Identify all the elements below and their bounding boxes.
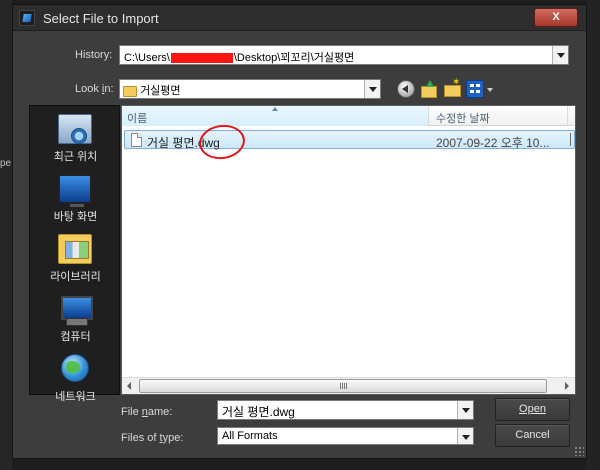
background-viewport-left [0, 0, 12, 470]
computer-icon [58, 294, 93, 326]
file-name-label: File name: [121, 406, 172, 418]
file-list[interactable]: 이름 수정한 날짜 거실 평면.dwg 2007-09-22 오후 10... [121, 105, 576, 395]
file-type-value: All Formats [222, 430, 278, 442]
open-button-label: Open [519, 403, 546, 415]
document-icon [131, 133, 142, 147]
look-in-label: Look in: [75, 83, 114, 95]
desktop-icon [58, 174, 92, 207]
cancel-button[interactable]: Cancel [495, 424, 570, 447]
history-dropdown[interactable]: C:\Users\ \Desktop\꾀꼬리\거실평면 [119, 45, 569, 65]
file-type-label-suffix: ype: [162, 432, 184, 444]
place-computer[interactable]: 컴퓨터 [30, 290, 121, 348]
file-date-cell: 2007-09-22 오후 10... [436, 136, 550, 150]
place-desktop[interactable]: 바탕 화면 [30, 170, 121, 228]
horizontal-scrollbar[interactable] [122, 377, 575, 394]
file-name-cell: 거실 평면.dwg [147, 136, 220, 150]
chevron-down-icon[interactable] [457, 401, 473, 419]
resize-grip-icon[interactable] [574, 446, 584, 456]
sort-ascending-icon [272, 107, 278, 111]
grip-icon [340, 383, 348, 389]
redaction-mark [170, 53, 233, 64]
scroll-left-icon[interactable] [122, 378, 138, 394]
place-label: 네트워크 [55, 391, 96, 403]
view-menu-caret-icon[interactable] [487, 86, 493, 92]
look-in-label-prefix: Look [75, 83, 102, 95]
background-viewport-right [586, 0, 600, 470]
app-icon [19, 10, 35, 26]
look-in-label-suffix: n: [104, 83, 114, 95]
back-icon[interactable] [397, 80, 415, 98]
title-bar[interactable]: Select File to Import X [13, 5, 586, 31]
place-label: 컴퓨터 [60, 331, 91, 343]
chevron-down-icon[interactable] [364, 80, 380, 98]
libraries-icon [58, 234, 92, 264]
column-header-name[interactable]: 이름 [122, 106, 429, 126]
place-network[interactable]: 네트워크 [30, 350, 121, 408]
file-overflow-cell [570, 133, 574, 146]
column-header-name-label: 이름 [127, 113, 148, 125]
import-file-dialog: Select File to Import X History: C:\User… [12, 4, 587, 459]
file-name-label-suffix: ame: [147, 406, 173, 418]
file-name-value: 거실 평면.dwg [222, 405, 295, 419]
view-menu-icon[interactable] [466, 80, 484, 98]
place-label: 라이브러리 [50, 271, 101, 283]
file-type-label-prefix: Files of [121, 432, 160, 444]
file-row[interactable]: 거실 평면.dwg 2007-09-22 오후 10... [124, 130, 575, 150]
close-button[interactable]: X [534, 8, 578, 27]
column-header-row: 이름 수정한 날짜 [122, 106, 575, 126]
place-label: 최근 위치 [53, 151, 98, 163]
folder-icon [123, 85, 137, 97]
background-fragment-text: pe [0, 158, 12, 169]
cancel-button-label: Cancel [515, 429, 550, 441]
network-icon [61, 354, 89, 382]
scroll-thumb[interactable] [139, 379, 547, 393]
chevron-down-icon[interactable] [457, 428, 473, 444]
open-button[interactable]: Open [495, 398, 570, 421]
up-folder-icon[interactable] [420, 80, 438, 98]
column-header-date-label: 수정한 날짜 [436, 113, 490, 125]
places-bar: 최근 위치 바탕 화면 라이브러리 컴퓨터 네트워크 [29, 105, 121, 403]
place-label: 바탕 화면 [53, 211, 98, 223]
scroll-right-icon[interactable] [559, 378, 575, 394]
history-label: History: [75, 49, 113, 61]
history-path-prefix: C:\Users\ [124, 52, 170, 64]
recent-places-icon [58, 114, 92, 144]
place-libraries[interactable]: 라이브러리 [30, 230, 121, 288]
new-folder-icon[interactable] [443, 77, 461, 98]
file-type-dropdown[interactable]: All Formats [217, 427, 474, 445]
column-header-overflow[interactable] [569, 106, 575, 126]
file-name-field[interactable]: 거실 평면.dwg [217, 400, 474, 420]
chevron-down-icon[interactable] [552, 46, 568, 64]
file-type-label: Files of type: [121, 432, 183, 444]
history-path-suffix: \Desktop\꾀꼬리\거실평면 [233, 52, 355, 64]
history-path: C:\Users\ \Desktop\꾀꼬리\거실평면 [124, 49, 354, 65]
file-name-label-prefix: File [121, 406, 142, 418]
column-header-date[interactable]: 수정한 날짜 [430, 106, 568, 126]
look-in-value: 거실평면 [123, 82, 181, 98]
look-in-dropdown[interactable]: 거실평면 [119, 79, 381, 99]
dialog-title: Select File to Import [43, 11, 159, 26]
look-in-folder-name: 거실평면 [140, 85, 181, 97]
place-recent[interactable]: 최근 위치 [30, 110, 121, 168]
